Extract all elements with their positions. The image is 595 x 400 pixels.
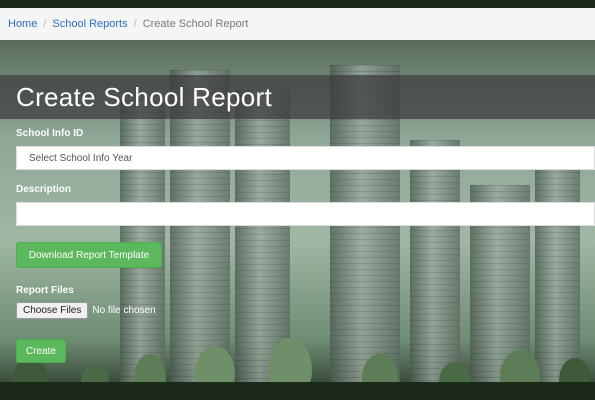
- breadcrumb-school-reports-link[interactable]: School Reports: [52, 18, 127, 30]
- description-label: Description: [16, 184, 72, 195]
- breadcrumb-separator: /: [133, 18, 137, 30]
- breadcrumb: Home / School Reports / Create School Re…: [0, 8, 595, 40]
- no-file-chosen-text: No file chosen: [92, 305, 156, 316]
- download-template-button[interactable]: Download Report Template: [16, 242, 162, 268]
- breadcrumb-current: Create School Report: [142, 18, 249, 30]
- breadcrumb-home-link[interactable]: Home: [8, 18, 37, 30]
- top-bar: [0, 0, 595, 8]
- create-button[interactable]: Create: [16, 339, 66, 363]
- description-input[interactable]: [16, 202, 595, 226]
- report-files-label: Report Files: [16, 285, 74, 296]
- school-info-placeholder: Select School Info Year: [29, 152, 133, 164]
- school-info-label: School Info ID: [16, 128, 84, 139]
- choose-files-button[interactable]: Choose Files: [16, 302, 89, 319]
- school-info-select[interactable]: Select School Info Year: [16, 146, 595, 170]
- background-cityscape: [0, 0, 595, 400]
- page-title: Create School Report: [16, 82, 273, 112]
- page: Home / School Reports / Create School Re…: [0, 0, 595, 400]
- breadcrumb-separator: /: [43, 18, 47, 30]
- file-input: Choose Files No file chosen: [16, 302, 156, 319]
